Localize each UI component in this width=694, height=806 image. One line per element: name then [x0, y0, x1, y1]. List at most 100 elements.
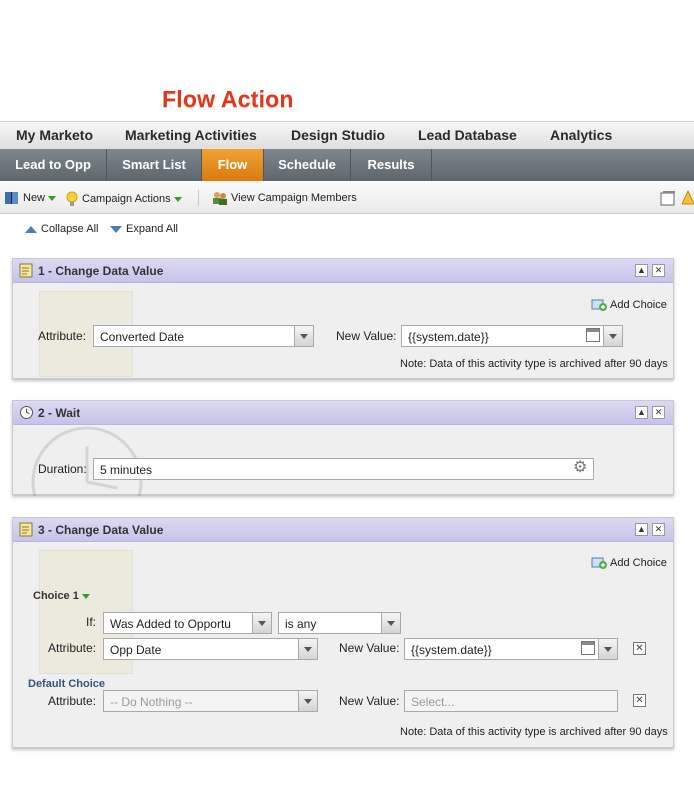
archive-note: Note: Data of this activity type is arch…	[400, 358, 668, 370]
nav-my-marketo[interactable]: My Marketo	[16, 127, 93, 143]
chevron-down-icon[interactable]	[294, 326, 313, 346]
campaign-actions-button[interactable]: Campaign Actions	[66, 191, 182, 207]
page: Flow Action My Marketo Marketing Activit…	[0, 0, 694, 806]
step-1-title: 1 - Change Data Value	[38, 264, 164, 278]
tab-smart-list[interactable]: Smart List	[107, 149, 202, 181]
tab-flow[interactable]: Flow	[202, 149, 264, 181]
close-icon[interactable]: ✕	[652, 264, 665, 277]
expand-all-button[interactable]: Expand All	[110, 223, 178, 235]
chevron-down-icon[interactable]	[298, 691, 317, 711]
add-choice-icon	[591, 299, 607, 311]
chevron-down-icon	[81, 593, 90, 599]
triangle-down-icon	[110, 225, 122, 233]
attribute-select[interactable]: Opp Date	[103, 638, 318, 660]
add-choice-button[interactable]: Add Choice	[591, 297, 667, 312]
default-new-value-label: New Value:	[339, 694, 400, 708]
expand-all-label: Expand All	[126, 223, 178, 235]
move-up-icon[interactable]: ▲	[635, 264, 648, 277]
default-new-value-placeholder: Select...	[411, 695, 455, 709]
gear-icon[interactable]: ⚙	[573, 460, 589, 476]
choice-1-label: Choice 1	[33, 590, 79, 602]
lightbulb-icon	[66, 191, 78, 206]
view-campaign-members-button[interactable]: View Campaign Members	[212, 191, 357, 205]
new-label: New	[23, 192, 46, 204]
calendar-icon[interactable]	[581, 641, 595, 655]
new-value-text: {{system.date}}	[408, 330, 489, 344]
flow-step-2: 2 - Wait ▲ ✕ Duration: 5 minutes ⚙	[12, 400, 674, 496]
tab-schedule[interactable]: Schedule	[264, 149, 351, 181]
new-value-label: New Value:	[336, 329, 397, 343]
if-operator-select[interactable]: is any	[278, 612, 401, 634]
warning-icon[interactable]	[682, 190, 694, 206]
default-new-value-field[interactable]: Select...	[404, 690, 618, 712]
sub-tabs: Lead to Opp Smart List Flow Schedule Res…	[0, 149, 694, 181]
edit-note-icon	[19, 263, 33, 278]
toolbar-divider	[198, 190, 199, 206]
new-value-field[interactable]: {{system.date}}	[404, 638, 618, 660]
add-choice-button[interactable]: Add Choice	[591, 555, 667, 570]
chevron-down-icon[interactable]	[603, 326, 622, 346]
nav-design-studio[interactable]: Design Studio	[291, 127, 385, 143]
triangle-up-icon	[25, 225, 37, 233]
tab-results[interactable]: Results	[351, 149, 432, 181]
step-2-title: 2 - Wait	[38, 406, 81, 420]
step-3-header[interactable]: 3 - Change Data Value ▲ ✕	[13, 518, 673, 542]
remove-choice-icon[interactable]: ✕	[633, 642, 646, 655]
campaign-actions-label: Campaign Actions	[82, 193, 171, 205]
default-choice-label: Default Choice	[28, 678, 106, 690]
nav-marketing-activities[interactable]: Marketing Activities	[125, 127, 257, 143]
people-icon	[213, 192, 227, 205]
new-value-text: {{system.date}}	[411, 643, 492, 657]
if-field-select[interactable]: Was Added to Opportu	[103, 612, 272, 634]
attribute-label: Attribute:	[48, 641, 97, 655]
add-choice-label: Add Choice	[610, 298, 667, 311]
add-choice-icon	[591, 557, 607, 569]
close-icon[interactable]: ✕	[652, 523, 665, 536]
step-2-header[interactable]: 2 - Wait ▲ ✕	[13, 401, 673, 425]
edit-note-icon	[19, 522, 33, 537]
move-up-icon[interactable]: ▲	[635, 406, 648, 419]
remove-default-choice-icon[interactable]: ✕	[633, 694, 646, 707]
flow-step-1: 1 - Change Data Value ▲ ✕ Add Choice Att…	[12, 258, 674, 379]
attribute-select[interactable]: Converted Date	[93, 325, 314, 347]
view-members-label: View Campaign Members	[231, 192, 357, 204]
nav-lead-database[interactable]: Lead Database	[418, 127, 517, 143]
chevron-down-icon[interactable]	[252, 613, 271, 633]
clock-icon	[20, 406, 33, 419]
calendar-icon[interactable]	[586, 328, 600, 342]
chevron-down-icon[interactable]	[298, 639, 317, 659]
book-icon	[5, 192, 18, 204]
new-button[interactable]: New	[4, 191, 57, 205]
collapse-all-label: Collapse All	[41, 223, 99, 235]
default-attribute-label: Attribute:	[48, 694, 97, 708]
collapse-all-button[interactable]: Collapse All	[25, 223, 98, 235]
close-icon[interactable]: ✕	[652, 406, 665, 419]
step-3-title: 3 - Change Data Value	[38, 523, 164, 537]
step-1-header[interactable]: 1 - Change Data Value ▲ ✕	[13, 259, 673, 283]
archive-note: Note: Data of this activity type is arch…	[400, 726, 668, 738]
duration-value: 5 minutes	[100, 463, 153, 477]
chevron-down-icon[interactable]	[598, 639, 617, 659]
default-attribute-select[interactable]: -- Do Nothing --	[103, 690, 318, 712]
chevron-down-icon[interactable]	[381, 613, 400, 633]
window-icon[interactable]	[660, 190, 676, 206]
if-label: If:	[86, 615, 97, 629]
duration-label: Duration:	[38, 462, 87, 476]
tab-lead-to-opp[interactable]: Lead to Opp	[0, 149, 107, 181]
nav-analytics[interactable]: Analytics	[550, 127, 612, 143]
chevron-down-icon	[173, 196, 182, 202]
if-operator-value: is any	[285, 617, 317, 631]
chevron-down-icon	[48, 195, 57, 201]
attribute-value: Opp Date	[110, 643, 162, 657]
duration-field[interactable]: 5 minutes ⚙	[93, 458, 594, 480]
top-nav: My Marketo Marketing Activities Design S…	[0, 121, 694, 149]
new-value-field[interactable]: {{system.date}}	[401, 325, 623, 347]
move-up-icon[interactable]: ▲	[635, 523, 648, 536]
page-title: Flow Action	[162, 86, 294, 112]
attribute-label: Attribute:	[38, 329, 87, 343]
choice-1-toggle[interactable]: Choice 1	[33, 590, 90, 602]
toolbar: New Campaign Actions View Campaign Membe…	[0, 181, 694, 214]
attribute-value: Converted Date	[100, 330, 185, 344]
if-field-value: Was Added to Opportu	[110, 617, 231, 631]
flow-step-3: 3 - Change Data Value ▲ ✕ Add Choice Cho…	[12, 517, 674, 748]
